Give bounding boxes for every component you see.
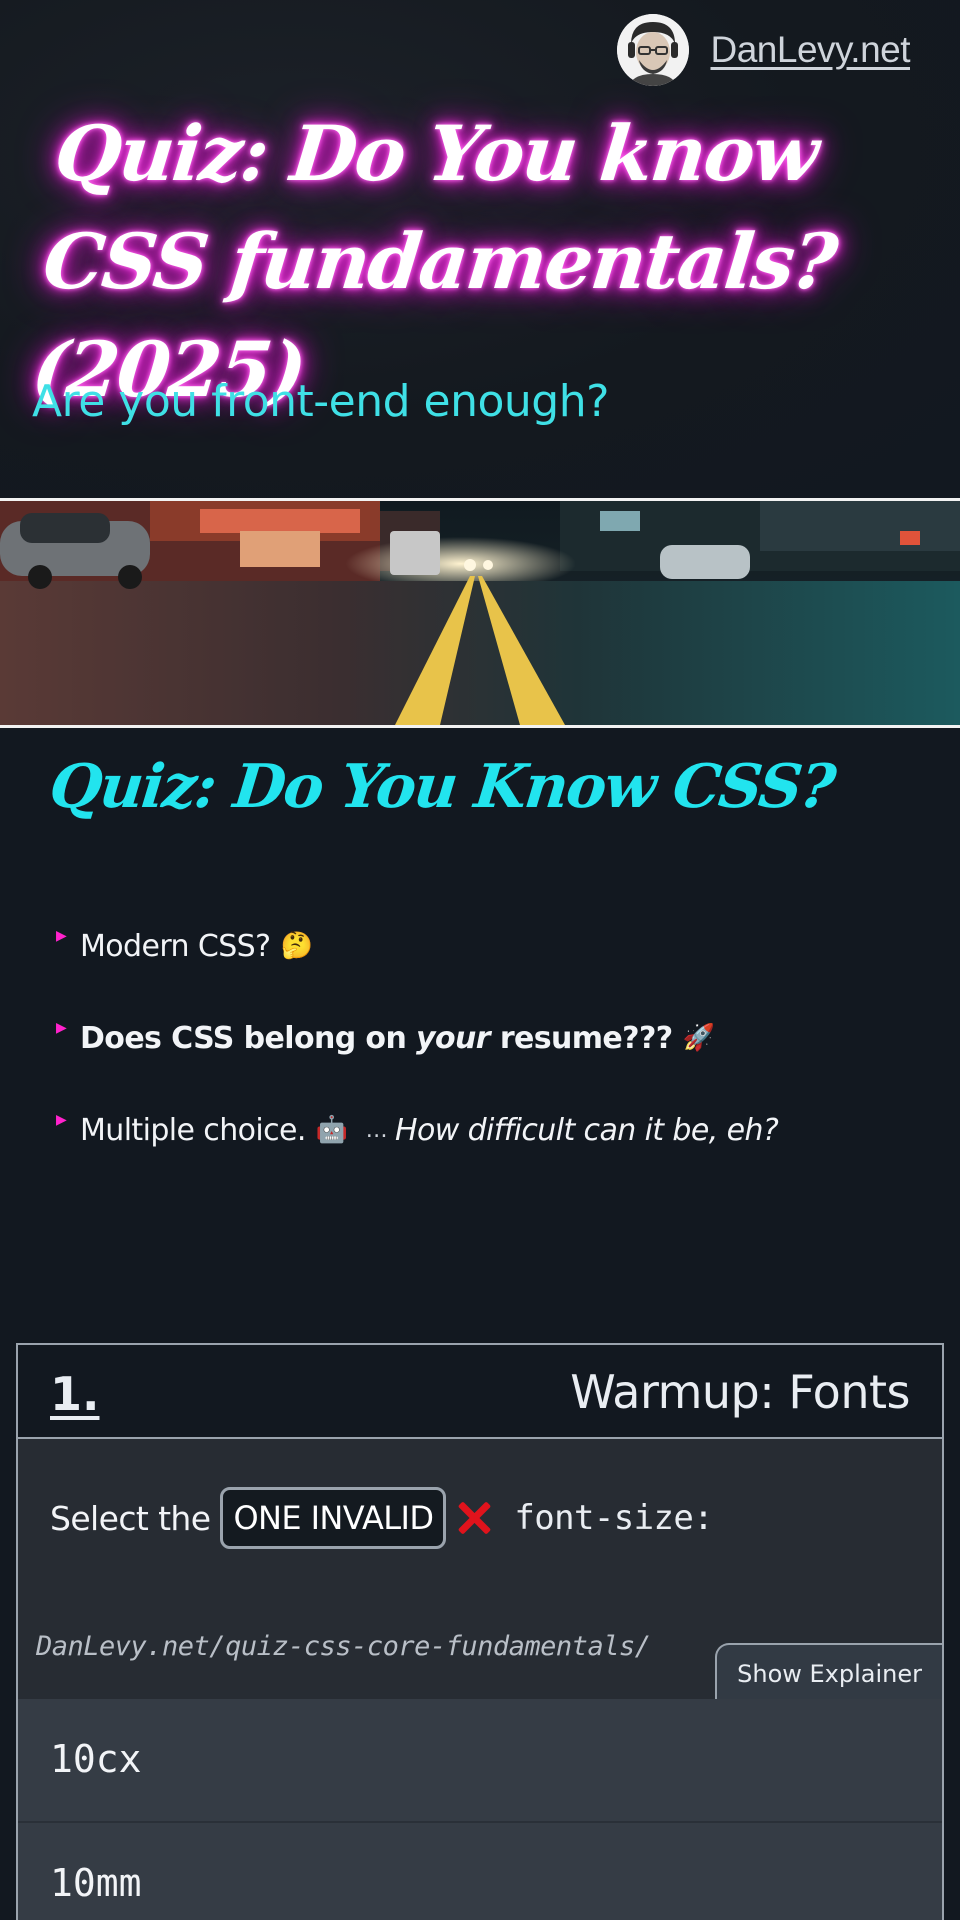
answer-option[interactable]: 10cx [18,1699,942,1823]
question-prompt: Select the ONE INVALID font-size: [50,1487,714,1549]
intro-item-emphasis: your [416,1020,491,1056]
intro-heading: Quiz: Do You Know CSS? [46,752,838,822]
triangle-bullet-icon: ▶ [56,928,67,944]
author-avatar[interactable] [616,14,689,86]
quiz-question-card: 1. Warmup: Fonts Select the ONE INVALID … [16,1343,944,1920]
intro-list: ▶ Modern CSS? 🤔 ▶ Does CSS belong on you… [56,900,936,1176]
site-brand-link[interactable]: DanLevy.net [616,14,911,86]
site-name[interactable]: DanLevy.net [711,29,911,71]
site-header: DanLevy.net Quiz: Do You know CSS fundam… [0,0,960,500]
answer-option-text: 10mm [50,1861,142,1905]
triangle-bullet-icon: ▶ [56,1020,67,1036]
intro-item-aside: How difficult can it be, eh? [394,1112,779,1148]
intro-list-item: ▶ Modern CSS? 🤔 [56,900,936,992]
question-category: Warmup: Fonts [570,1365,910,1419]
quiz-url: DanLevy.net/quiz-css-core-fundamentals/ [36,1631,651,1662]
intro-item-text: Modern CSS? [80,928,271,964]
answer-option[interactable]: 10mm [18,1823,942,1920]
robot-icon: 🤖 [315,1115,348,1145]
rocket-icon: 🚀 [682,1023,715,1053]
ellipsis: … [365,1117,388,1143]
page-subtitle: Are you front-end enough? [32,376,609,427]
intro-item-text: Does CSS belong on your resume??? [80,1021,673,1056]
prompt-code: font-size: [514,1498,714,1538]
intro-item-text: Multiple choice. [80,1112,306,1148]
show-explainer-button[interactable]: Show Explainer [715,1643,942,1703]
question-number[interactable]: 1. [50,1367,99,1421]
intro-item-text-after: resume??? [489,1020,673,1056]
intro-list-item: ▶ Multiple choice. 🤖 … How difficult can… [56,1084,936,1176]
hero-banner-image [0,498,960,728]
intro-item-text-before: Does CSS belong on [80,1020,417,1056]
answer-option-text: 10cx [50,1737,142,1781]
prompt-prefix: Select the [50,1498,211,1538]
thinking-face-icon: 🤔 [280,931,313,961]
question-body: Select the ONE INVALID font-size: DanLev… [18,1439,942,1703]
prompt-highlight-pill: ONE INVALID [220,1487,447,1549]
triangle-bullet-icon: ▶ [56,1112,67,1128]
intro-list-item: ▶ Does CSS belong on your resume??? 🚀 [56,992,936,1084]
question-header: 1. Warmup: Fonts [18,1345,942,1439]
x-mark-icon [456,1500,492,1536]
